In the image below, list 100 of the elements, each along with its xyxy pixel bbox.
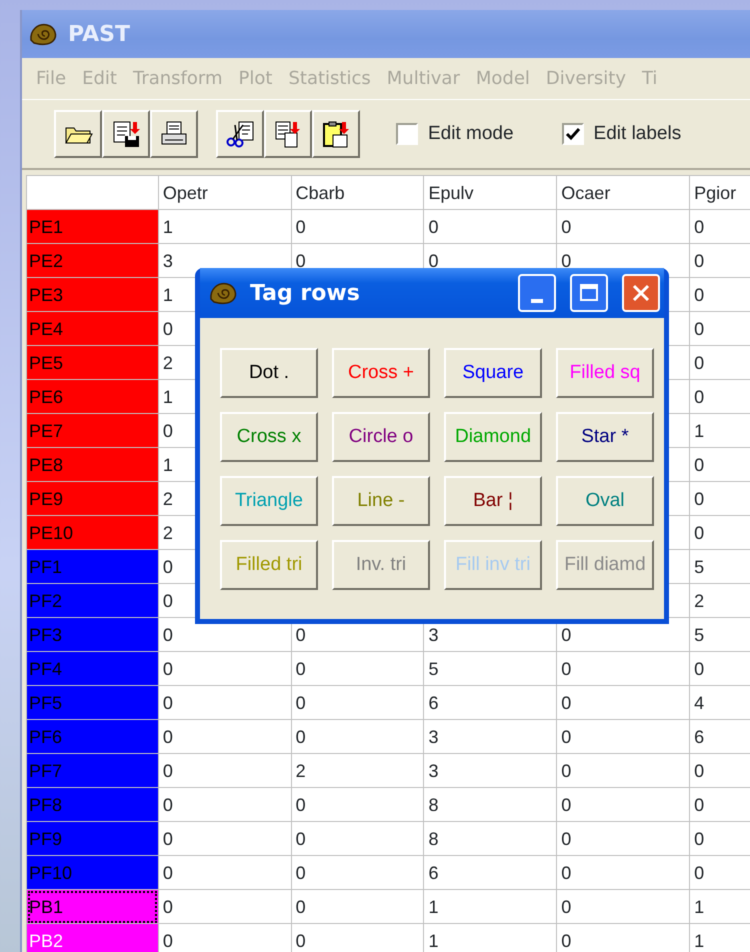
minimize-icon bbox=[531, 299, 543, 303]
row-label[interactable]: PE2 bbox=[26, 244, 158, 278]
table-cell: 1 bbox=[158, 210, 292, 244]
table-cell: 0 bbox=[158, 754, 292, 788]
tag-button[interactable]: Filled sq bbox=[556, 348, 654, 398]
tag-button[interactable]: Line - bbox=[332, 476, 430, 526]
save-icon bbox=[111, 119, 141, 149]
window-title: PAST bbox=[68, 20, 130, 48]
row-label[interactable]: PF4 bbox=[26, 652, 158, 686]
menu-item[interactable]: Plot bbox=[230, 65, 280, 92]
column-header: Pgior bbox=[690, 176, 750, 210]
row-label[interactable]: PF2 bbox=[26, 584, 158, 618]
row-label[interactable]: PE6 bbox=[26, 380, 158, 414]
row-label[interactable]: PE10 bbox=[26, 516, 158, 550]
table-cell: 0 bbox=[556, 686, 690, 720]
tag-button[interactable]: Circle o bbox=[332, 412, 430, 462]
table-cell: 0 bbox=[291, 652, 424, 686]
table-cell: 0 bbox=[291, 788, 424, 822]
row-label[interactable]: PF3 bbox=[26, 618, 158, 652]
tag-button[interactable]: Triangle bbox=[220, 476, 318, 526]
column-header: Opetr bbox=[158, 176, 292, 210]
menu-item[interactable]: Edit bbox=[74, 65, 125, 92]
row-label[interactable]: PF6 bbox=[26, 720, 158, 754]
menu-item[interactable]: Diversity bbox=[538, 65, 634, 92]
tag-button[interactable]: Fill diamd bbox=[556, 540, 654, 590]
table-cell: 0 bbox=[158, 822, 292, 856]
checkbox[interactable] bbox=[562, 123, 584, 145]
row-label[interactable]: PF8 bbox=[26, 788, 158, 822]
table-cell: 1 bbox=[424, 890, 557, 924]
table-cell: 0 bbox=[291, 822, 424, 856]
tag-button[interactable]: Star * bbox=[556, 412, 654, 462]
toolbar-button[interactable] bbox=[102, 110, 150, 158]
row-label[interactable]: PF10 bbox=[26, 856, 158, 890]
menu-item[interactable]: Multivar bbox=[378, 65, 468, 92]
column-header: Ocaer bbox=[556, 176, 690, 210]
row-label[interactable]: PE1 bbox=[26, 210, 158, 244]
checkbox[interactable] bbox=[396, 123, 418, 145]
close-icon bbox=[631, 283, 651, 303]
tag-button[interactable]: Filled tri bbox=[220, 540, 318, 590]
table-cell: 0 bbox=[158, 856, 292, 890]
row-label[interactable]: PE8 bbox=[26, 448, 158, 482]
table-cell: 0 bbox=[158, 890, 292, 924]
menu-item[interactable]: File bbox=[28, 65, 74, 92]
row-label[interactable]: PB1 bbox=[26, 890, 158, 924]
row-label[interactable]: PE7 bbox=[26, 414, 158, 448]
row-label[interactable]: PB2 bbox=[26, 924, 158, 952]
tag-button[interactable]: Oval bbox=[556, 476, 654, 526]
copy-icon bbox=[273, 119, 303, 149]
row-label[interactable]: PE9 bbox=[26, 482, 158, 516]
row-label[interactable]: PF1 bbox=[26, 550, 158, 584]
column-header: Cbarb bbox=[291, 176, 424, 210]
column-header: Epulv bbox=[424, 176, 557, 210]
scissors-icon bbox=[225, 119, 255, 149]
table-cell: 0 bbox=[158, 720, 292, 754]
tag-button[interactable]: Bar ¦ bbox=[444, 476, 542, 526]
table-cell: 0 bbox=[291, 720, 424, 754]
menu-item[interactable]: Model bbox=[468, 65, 538, 92]
toolbar-button[interactable] bbox=[54, 110, 102, 158]
table-cell: 0 bbox=[556, 210, 690, 244]
tag-button[interactable]: Cross x bbox=[220, 412, 318, 462]
clipboard-icon bbox=[321, 119, 351, 149]
table-cell: 6 bbox=[424, 686, 557, 720]
row-label[interactable]: PF5 bbox=[26, 686, 158, 720]
menu-item[interactable]: Statistics bbox=[280, 65, 379, 92]
menu-item[interactable]: Ti bbox=[634, 65, 666, 92]
table-cell: 0 bbox=[291, 856, 424, 890]
toolbar-button[interactable] bbox=[150, 110, 198, 158]
table-cell: 2 bbox=[291, 754, 424, 788]
table-cell: 0 bbox=[291, 686, 424, 720]
row-label[interactable]: PE3 bbox=[26, 278, 158, 312]
tag-button[interactable]: Dot . bbox=[220, 348, 318, 398]
tag-button[interactable]: Inv. tri bbox=[332, 540, 430, 590]
toolbar-button[interactable] bbox=[312, 110, 360, 158]
toolbar-button[interactable] bbox=[264, 110, 312, 158]
table-cell: 3 bbox=[424, 754, 557, 788]
table-cell: 0 bbox=[556, 856, 690, 890]
close-button[interactable] bbox=[622, 274, 660, 312]
row-label[interactable]: PF7 bbox=[26, 754, 158, 788]
tag-button[interactable]: Cross + bbox=[332, 348, 430, 398]
row-label[interactable]: PE5 bbox=[26, 346, 158, 380]
minimize-button[interactable] bbox=[518, 274, 556, 312]
tag-button[interactable]: Square bbox=[444, 348, 542, 398]
table-cell: 0 bbox=[158, 788, 292, 822]
table-cell: 0 bbox=[556, 890, 690, 924]
menu-item[interactable]: Transform bbox=[124, 65, 231, 92]
table-cell: 6 bbox=[424, 856, 557, 890]
row-label[interactable]: PF9 bbox=[26, 822, 158, 856]
maximize-button[interactable] bbox=[570, 274, 608, 312]
table-cell: 0 bbox=[556, 788, 690, 822]
tag-button[interactable]: Diamond bbox=[444, 412, 542, 462]
toolbar-button[interactable] bbox=[216, 110, 264, 158]
table-cell: 0 bbox=[158, 686, 292, 720]
checkbox-label[interactable]: Edit mode bbox=[428, 120, 514, 148]
row-label[interactable]: PE4 bbox=[26, 312, 158, 346]
table-cell: 0 bbox=[556, 754, 690, 788]
table-cell: 0 bbox=[291, 210, 424, 244]
check-icon bbox=[564, 126, 581, 142]
table-cell: 0 bbox=[556, 822, 690, 856]
checkbox-label[interactable]: Edit labels bbox=[594, 120, 682, 148]
table-cell: 5 bbox=[424, 652, 557, 686]
